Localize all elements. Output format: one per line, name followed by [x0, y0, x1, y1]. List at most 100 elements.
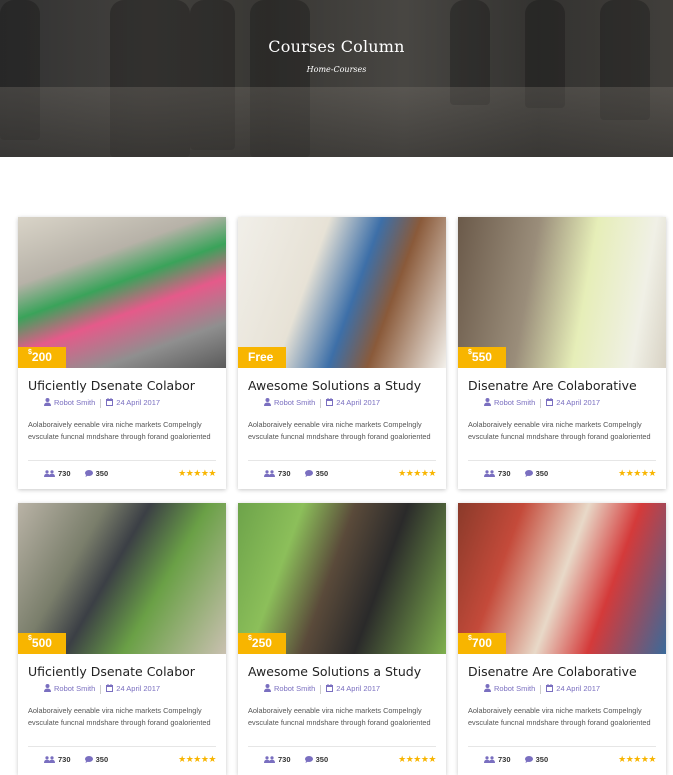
- course-meta: Robot Smith 24 April 2017: [44, 398, 160, 408]
- comments-value: 350: [535, 755, 549, 764]
- course-image[interactable]: [18, 503, 226, 654]
- course-description: Aolaboraively eenable vira niche markets…: [248, 420, 431, 441]
- divider: [28, 746, 216, 747]
- author[interactable]: Robot Smith: [44, 398, 95, 407]
- price-badge: Free: [238, 347, 286, 368]
- date-text: 24 April 2017: [556, 398, 601, 407]
- price-value: 700: [471, 636, 492, 650]
- date: 24 April 2017: [106, 398, 160, 407]
- course-card[interactable]: $200 Uficiently Dsenate Colabor Robot Sm…: [18, 217, 226, 489]
- price-value: 200: [31, 350, 52, 364]
- comment-icon: [304, 470, 313, 477]
- course-title[interactable]: Awesome Solutions a Study: [248, 378, 438, 393]
- star-icon: ★: [208, 754, 216, 764]
- author[interactable]: Robot Smith: [264, 398, 315, 407]
- date: 24 April 2017: [326, 398, 380, 407]
- course-description: Aolaboraively eenable vira niche markets…: [28, 420, 211, 441]
- star-icon: ★: [618, 754, 626, 764]
- divider: [540, 684, 542, 694]
- price-badge: $550: [458, 347, 506, 368]
- course-card[interactable]: $500 Uficiently Dsenate Colabor Robot Sm…: [18, 503, 226, 775]
- divider: [28, 460, 216, 461]
- students-value: 730: [498, 755, 511, 764]
- course-meta: Robot Smith 24 April 2017: [264, 398, 380, 408]
- star-icon: ★: [648, 468, 656, 478]
- course-image[interactable]: [458, 503, 666, 654]
- rating-stars: ★★★★★: [178, 754, 216, 765]
- course-stats: 730 350: [264, 469, 340, 478]
- students-count: 730: [44, 755, 71, 764]
- divider: [248, 460, 436, 461]
- rating-stars: ★★★★★: [398, 754, 436, 765]
- price-badge: $500: [18, 633, 66, 654]
- star-icon: ★: [398, 468, 406, 478]
- calendar-icon: [546, 398, 554, 406]
- students-count: 730: [484, 469, 511, 478]
- star-icon: ★: [413, 468, 421, 478]
- calendar-icon: [326, 684, 334, 692]
- divider: [468, 460, 656, 461]
- rating-stars: ★★★★★: [398, 468, 436, 479]
- course-image[interactable]: [458, 217, 666, 368]
- user-icon: [44, 398, 51, 406]
- course-image[interactable]: [18, 217, 226, 368]
- calendar-icon: [546, 684, 554, 692]
- students-value: 730: [58, 469, 71, 478]
- course-card[interactable]: $250 Awesome Solutions a Study Robot Smi…: [238, 503, 446, 775]
- price-badge: $250: [238, 633, 286, 654]
- star-icon: ★: [633, 468, 641, 478]
- calendar-icon: [106, 398, 114, 406]
- students-value: 730: [278, 755, 291, 764]
- star-icon: ★: [178, 754, 186, 764]
- course-stats: 730 350: [484, 469, 560, 478]
- course-title[interactable]: Awesome Solutions a Study: [248, 664, 438, 679]
- author[interactable]: Robot Smith: [484, 684, 535, 693]
- author-name: Robot Smith: [274, 398, 316, 407]
- students-count: 730: [44, 469, 71, 478]
- comments-value: 350: [95, 469, 109, 478]
- course-card[interactable]: Free Awesome Solutions a Study Robot Smi…: [238, 217, 446, 489]
- divider: [248, 746, 436, 747]
- price-value: Free: [248, 350, 274, 364]
- course-image[interactable]: [238, 217, 446, 368]
- star-icon: ★: [428, 754, 436, 764]
- divider: [540, 398, 542, 408]
- comments-count: 350: [524, 469, 548, 478]
- date-text: 24 April 2017: [556, 684, 601, 693]
- course-card[interactable]: $550 Disenatre Are Colaborative Robot Sm…: [458, 217, 666, 489]
- comment-icon: [84, 756, 93, 763]
- price-value: 500: [31, 636, 52, 650]
- date-text: 24 April 2017: [336, 398, 381, 407]
- page-header-banner: Courses Column Home-Courses: [0, 0, 673, 157]
- course-title[interactable]: Disenatre Are Colaborative: [468, 378, 658, 393]
- divider: [468, 746, 656, 747]
- calendar-icon: [326, 398, 334, 406]
- page-title: Courses Column: [268, 37, 405, 56]
- star-icon: ★: [178, 468, 186, 478]
- course-card[interactable]: $700 Disenatre Are Colaborative Robot Sm…: [458, 503, 666, 775]
- breadcrumb[interactable]: Home-Courses: [0, 65, 673, 74]
- user-icon: [484, 398, 491, 406]
- students-value: 730: [498, 469, 511, 478]
- course-title[interactable]: Uficiently Dsenate Colabor: [28, 664, 218, 679]
- author[interactable]: Robot Smith: [44, 684, 95, 693]
- star-icon: ★: [398, 754, 406, 764]
- course-meta: Robot Smith 24 April 2017: [484, 684, 600, 694]
- course-image[interactable]: [238, 503, 446, 654]
- author-name: Robot Smith: [494, 398, 536, 407]
- course-title[interactable]: Uficiently Dsenate Colabor: [28, 378, 218, 393]
- star-icon: ★: [193, 754, 201, 764]
- students-count: 730: [264, 755, 291, 764]
- author-name: Robot Smith: [54, 684, 96, 693]
- divider: [320, 398, 322, 408]
- date-text: 24 April 2017: [336, 684, 381, 693]
- price-value: 550: [471, 350, 492, 364]
- course-title[interactable]: Disenatre Are Colaborative: [468, 664, 658, 679]
- price-badge: $700: [458, 633, 506, 654]
- users-icon: [44, 756, 55, 763]
- date-text: 24 April 2017: [116, 684, 161, 693]
- users-icon: [264, 470, 275, 477]
- author[interactable]: Robot Smith: [264, 684, 315, 693]
- comment-icon: [524, 470, 533, 477]
- author[interactable]: Robot Smith: [484, 398, 535, 407]
